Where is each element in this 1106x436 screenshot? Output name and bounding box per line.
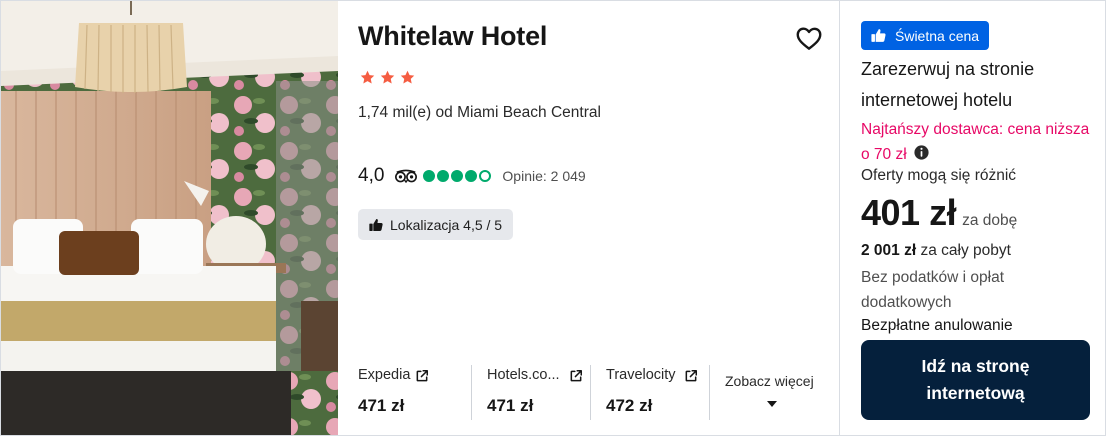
provider-travelocity[interactable]: Travelocity 472 zł [606,365,716,421]
cheapest-provider-note: Najtańszy dostawca: cena niższa o 70 zł [861,117,1091,167]
go-to-website-button[interactable]: Idź na stronę internetową [861,340,1090,420]
rating-bubble-filled [437,170,450,182]
free-cancellation: Bezpłatne anulowanie [861,317,1013,334]
rating-bubble-filled [423,170,436,182]
booking-source-text: Zarezerwuj na stronie internetowej hotel… [861,59,1035,110]
offers-differ-text: Oferty mogą się różnić [861,167,1017,184]
review-count[interactable]: Opinie: 2 049 [502,168,585,184]
hotel-name[interactable]: Whitelaw Hotel [358,21,547,52]
provider-price: 472 zł [606,396,653,415]
hotel-info: Whitelaw Hotel 1,74 mil(e) od Miami Beac… [338,1,839,435]
distance-text: 1,74 mil(e) od Miami Beach Central [358,104,601,121]
heart-icon[interactable] [794,23,824,53]
star-icon [400,70,415,84]
rating-bubbles [423,170,492,182]
provider-name: Travelocity [606,367,676,383]
hotel-room-image [1,1,338,435]
star-rating [359,69,416,86]
info-icon[interactable] [913,144,930,161]
rating-bubble-empty [479,170,492,182]
provider-divider [471,365,472,420]
hotel-result-card: Whitelaw Hotel 1,74 mil(e) od Miami Beac… [0,0,1106,436]
great-price-badge: Świetna cena [861,21,990,50]
external-link-icon [685,369,698,382]
external-link-icon [570,369,583,382]
tripadvisor-owl-icon [395,169,418,183]
total-price: 2 001 zł za cały pobyt [861,242,1011,260]
deal-panel: Świetna cena Zarezerwuj na stronie inter… [839,1,1105,435]
location-score-chip: Lokalizacja 4,5 / 5 [358,209,514,240]
cheapest-provider-text: Najtańszy dostawca: cena niższa o 70 zł [861,121,1090,163]
taxes-note: Bez podatków i opłat dodatkowych [861,269,1005,311]
rating-bubble-filled [465,170,478,182]
star-icon [380,70,395,84]
thumbs-up-icon [369,218,383,231]
price-unit: za dobę [962,212,1018,229]
total-amount: 2 001 zł [861,242,917,259]
provider-divider [590,365,591,420]
price-per-night: 401 zł za dobę [861,192,1017,234]
price-amount: 401 zł [861,192,957,233]
provider-name: Expedia [358,367,411,383]
see-more-button[interactable]: Zobacz więcej [725,373,821,389]
provider-hotels-com[interactable]: Hotels.co... 471 zł [487,365,597,421]
provider-expedia[interactable]: Expedia 471 zł [358,365,468,421]
rating-score: 4,0 [358,165,385,186]
provider-name: Hotels.co... [487,367,560,383]
provider-prices: Expedia 471 zł Hotels.co... 471 zł Trave… [338,365,839,421]
provider-price: 471 zł [487,396,534,415]
hotel-photo[interactable] [1,1,338,435]
provider-divider [709,365,710,420]
tripadvisor-rating: 4,0 Opinie: 2 049 [358,165,586,187]
rating-bubble-filled [451,170,464,182]
total-suffix: za cały pobyt [920,242,1011,259]
thumbs-up-icon [871,29,886,42]
provider-price: 471 zł [358,396,405,415]
chevron-down-icon[interactable] [766,400,778,408]
location-score-label: Lokalizacja 4,5 / 5 [390,216,503,233]
badge-label: Świetna cena [895,27,980,44]
external-link-icon [416,369,429,382]
star-icon [360,70,375,84]
